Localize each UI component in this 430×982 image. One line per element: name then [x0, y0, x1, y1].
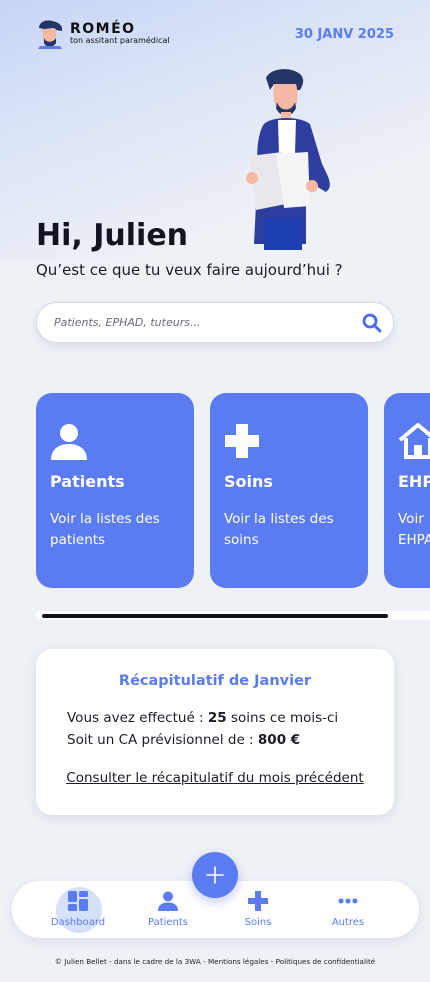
app-header: ROMÉO ton assitant paramédical 30 JANV 2… [36, 18, 394, 50]
carousel-scrollbar-thumb[interactable] [42, 614, 388, 618]
person-icon [158, 891, 178, 911]
soins-card[interactable]: Soins Voir la listes des soins [210, 393, 368, 588]
nav-label: Patients [147, 917, 189, 928]
nav-item-patients[interactable]: Patients [133, 881, 203, 938]
add-button[interactable] [192, 852, 238, 898]
doctor-illustration [246, 69, 330, 250]
recap-soins-suffix: soins ce mois-ci [231, 710, 339, 726]
more-dots-icon [338, 898, 358, 904]
patients-card[interactable]: Patients Voir la listes des patients [36, 393, 194, 588]
nav-label: Soins [244, 917, 272, 928]
recap-ca-label: Soit un CA prévisionnel de : [67, 732, 254, 748]
current-date: 30 JANV 2025 [294, 26, 394, 42]
nav-label: Autres [331, 917, 365, 928]
dashboard-icon [68, 891, 88, 911]
monthly-recap-card: Récapitulatif de Janvier Vous avez effec… [36, 649, 394, 815]
recap-title: Récapitulatif de Janvier [118, 673, 312, 689]
recap-soins-count: 25 [207, 710, 227, 726]
footer-legal[interactable]: © Julien Bellet - dans le cadre de la 3W… [0, 957, 430, 966]
card-title: EHPA [398, 472, 430, 491]
card-description: Voir la listes des patients [50, 511, 160, 548]
recap-line-soins: Vous avez effectué : 25 soins ce mois-ci [67, 710, 338, 726]
greeting-subtitle: Qu’est ce que tu veux faire aujourd’hui … [36, 261, 343, 279]
carousel-scrollbar[interactable] [36, 611, 430, 620]
house-icon [398, 423, 430, 459]
shortcut-cards-carousel[interactable]: Patients Voir la listes des patients Soi… [36, 393, 430, 589]
recap-line-ca: Soit un CA prévisionnel de : 800 € [67, 732, 300, 748]
brand[interactable]: ROMÉO ton assitant paramédical [36, 19, 170, 49]
search-bar[interactable] [36, 302, 394, 343]
plus-icon [206, 866, 224, 884]
recap-ca-value: 800 € [257, 732, 301, 748]
medical-cross-icon [225, 424, 259, 458]
nav-item-autres[interactable]: Autres [313, 881, 383, 938]
nav-item-soins[interactable]: Soins [223, 881, 293, 938]
person-icon [51, 424, 87, 460]
greeting-title: Hi, Julien [36, 218, 189, 253]
brand-name: ROMÉO [70, 21, 136, 37]
brand-tagline: ton assitant paramédical [70, 36, 170, 45]
card-description: Voir EHPA [398, 511, 430, 548]
medical-cross-icon [248, 891, 268, 911]
previous-month-recap-link[interactable]: Consulter le récapitulatif du mois précé… [36, 770, 394, 786]
search-icon[interactable] [361, 312, 383, 334]
card-title: Soins [224, 472, 273, 491]
nav-item-dashboard[interactable]: Dashboard [43, 881, 113, 938]
card-description: Voir la listes des soins [224, 511, 334, 548]
nav-label: Dashboard [50, 917, 106, 928]
card-title: Patients [50, 472, 125, 491]
search-input[interactable] [54, 316, 361, 329]
recap-soins-label: Vous avez effectué : [67, 710, 204, 726]
romeo-logo-icon [38, 20, 63, 49]
ehpad-card[interactable]: EHPA Voir EHPA [384, 393, 430, 588]
